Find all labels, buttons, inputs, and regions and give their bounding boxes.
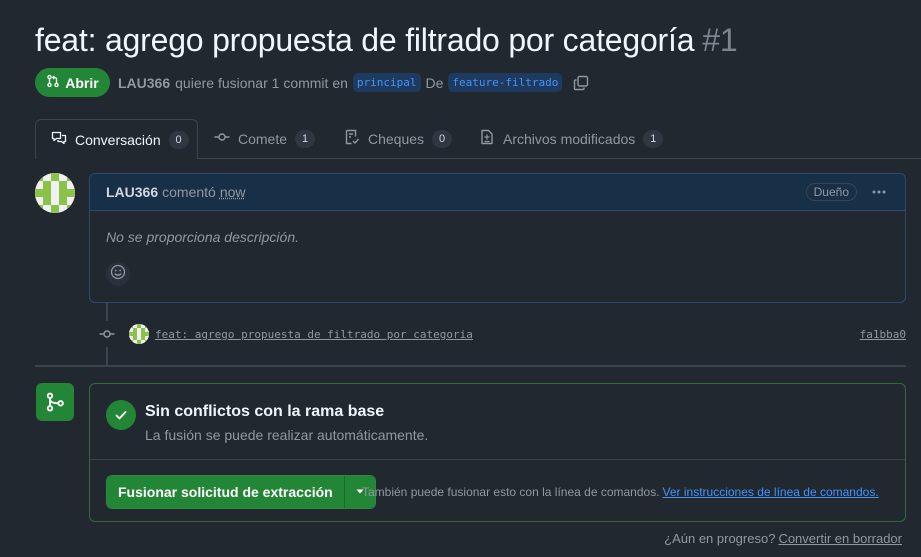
pr-state-badge: Abrir bbox=[35, 68, 110, 97]
pr-meta: LAU366 quiere fusionar 1 commit en princ… bbox=[118, 73, 589, 92]
comment-action: comentó bbox=[162, 184, 216, 200]
merge-button-group: Fusionar solicitud de extracción bbox=[106, 475, 376, 509]
comment-discussion-icon bbox=[51, 130, 67, 149]
timeline-divider bbox=[35, 365, 906, 367]
pr-author-link[interactable]: LAU366 bbox=[118, 75, 170, 91]
draft-question: ¿Aún en progreso? bbox=[664, 531, 776, 546]
check-icon bbox=[106, 400, 136, 430]
file-diff-icon bbox=[479, 129, 495, 148]
pr-merge-text: quiere fusionar 1 commit en bbox=[175, 74, 348, 91]
merge-status: Sin conflictos con la rama base La fusió… bbox=[90, 384, 905, 460]
kebab-horizontal-icon[interactable] bbox=[871, 184, 887, 203]
comment-header: LAU366 comentó now Dueño bbox=[90, 174, 905, 211]
git-commit-icon bbox=[214, 129, 230, 148]
pr-state-label: Abrir bbox=[65, 74, 99, 91]
comment-box: LAU366 comentó now Dueño No se proporcio… bbox=[89, 173, 906, 303]
commit-author-avatar[interactable] bbox=[129, 324, 149, 344]
copy-icon[interactable] bbox=[573, 75, 589, 91]
tab-checks-count: 0 bbox=[432, 129, 453, 148]
git-pull-request-icon bbox=[46, 74, 60, 91]
tab-checks-label: Cheques bbox=[368, 130, 425, 147]
tab-conversation-count: 0 bbox=[168, 130, 189, 149]
git-merge-icon bbox=[36, 383, 74, 421]
merge-hint-text: También puede fusionar esto con la línea… bbox=[362, 485, 660, 499]
tabs-divider bbox=[198, 158, 921, 159]
merge-status-title: Sin conflictos con la rama base bbox=[145, 403, 385, 420]
pr-from-text: De bbox=[425, 74, 444, 91]
tab-commits-label: Comete bbox=[238, 130, 288, 147]
tab-files-changed-count: 1 bbox=[643, 129, 664, 148]
tab-commits[interactable]: Comete 1 bbox=[214, 119, 316, 158]
merge-box: Sin conflictos con la rama base La fusió… bbox=[89, 383, 906, 522]
convert-to-draft: ¿Aún en progreso? Convertir en borrador bbox=[664, 531, 902, 546]
commit-message-link[interactable]: feat: agrego propuesta de filtrado por c… bbox=[155, 328, 473, 341]
merge-hint: También puede fusionar esto con la línea… bbox=[362, 485, 879, 499]
tab-files-changed-label: Archivos modificados bbox=[503, 130, 636, 147]
head-branch[interactable]: feature-filtrado bbox=[448, 73, 563, 92]
tab-conversation[interactable]: Conversación 0 bbox=[35, 119, 198, 159]
pr-number: #1 bbox=[702, 22, 738, 58]
command-line-instructions-link[interactable]: Ver instrucciones de línea de comandos. bbox=[663, 485, 879, 499]
tab-checks[interactable]: Cheques 0 bbox=[344, 119, 453, 158]
pr-tabs: Conversación 0 Comete 1 Cheques 0 Archiv… bbox=[0, 119, 921, 159]
tab-files-changed[interactable]: Archivos modificados 1 bbox=[479, 119, 664, 158]
checklist-icon bbox=[344, 129, 360, 148]
comment-time[interactable]: now bbox=[220, 184, 246, 200]
avatar[interactable] bbox=[35, 173, 75, 213]
commit-sha-link[interactable]: fa1bba0 bbox=[860, 328, 906, 341]
base-branch[interactable]: principal bbox=[352, 73, 421, 92]
convert-to-draft-link[interactable]: Convertir en borrador bbox=[778, 531, 902, 546]
merge-actions: Fusionar solicitud de extracción También… bbox=[90, 460, 905, 522]
pr-title: feat: agrego propuesta de filtrado por c… bbox=[35, 22, 738, 59]
comment-body: No se proporciona descripción. bbox=[106, 229, 299, 245]
merge-pull-request-button[interactable]: Fusionar solicitud de extracción bbox=[107, 476, 345, 508]
owner-badge: Dueño bbox=[805, 183, 857, 201]
git-commit-icon bbox=[94, 321, 120, 347]
tab-conversation-label: Conversación bbox=[75, 131, 161, 148]
tab-commits-count: 1 bbox=[295, 129, 316, 148]
smiley-icon bbox=[110, 264, 126, 285]
merge-status-subtitle: La fusión se puede realizar automáticame… bbox=[145, 427, 429, 443]
pr-title-text: feat: agrego propuesta de filtrado por c… bbox=[35, 22, 695, 58]
add-reaction-button[interactable] bbox=[106, 262, 130, 286]
comment-author[interactable]: LAU366 bbox=[106, 184, 158, 200]
